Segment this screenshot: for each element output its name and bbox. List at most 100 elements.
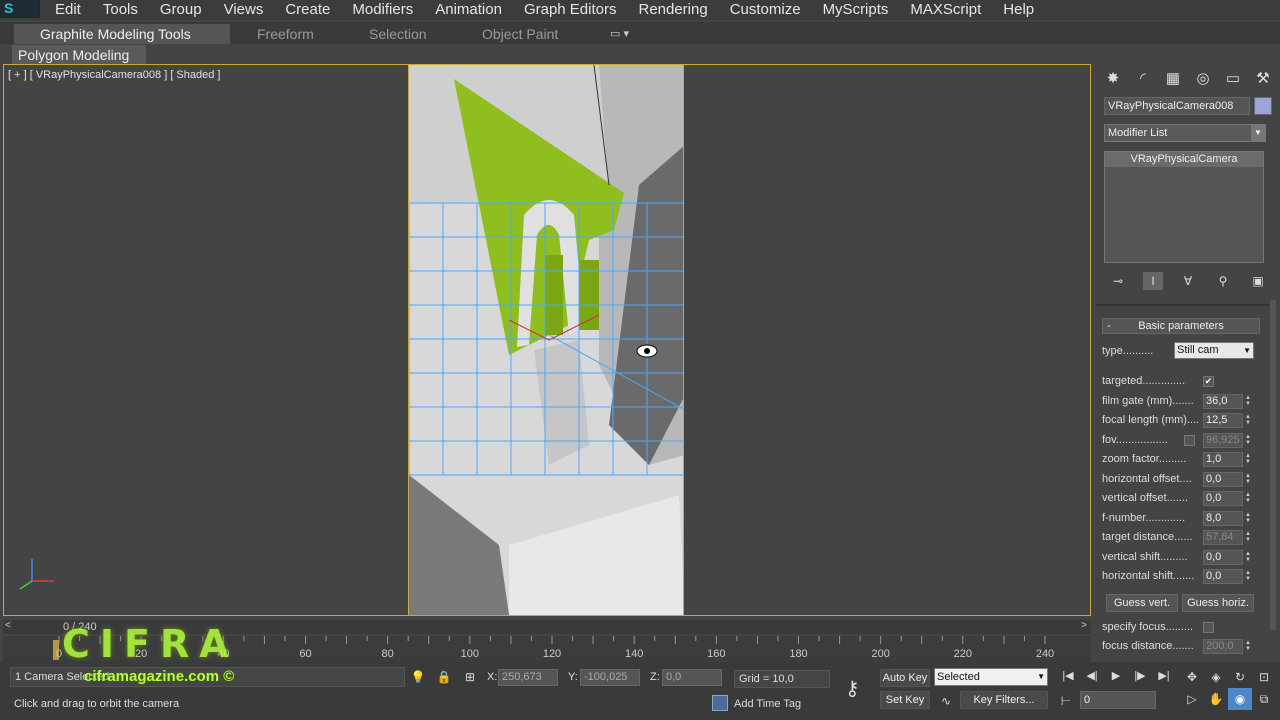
rollout-header[interactable]: - Basic parameters <box>1102 318 1260 334</box>
motion-icon[interactable]: ◎ <box>1192 68 1214 90</box>
tab-freeform[interactable]: Freeform <box>257 24 314 44</box>
object-color-swatch[interactable] <box>1254 97 1272 115</box>
make-unique-icon[interactable]: ∀ <box>1178 272 1198 290</box>
menu-create[interactable]: Create <box>274 0 341 20</box>
spinner-arrows-icon[interactable]: ▲ ▼ <box>1245 395 1253 408</box>
focus-distance-field[interactable]: 200,0 <box>1203 639 1243 654</box>
time-tag-icon[interactable] <box>712 695 728 711</box>
spinner-arrows-icon[interactable]: ▲ ▼ <box>1245 551 1253 564</box>
remove-modifier-icon[interactable]: ⚲ <box>1213 272 1233 290</box>
key-mode-toggle-icon[interactable]: ⊢ <box>1058 693 1074 709</box>
tab-object-paint[interactable]: Object Paint <box>482 24 558 44</box>
object-name-field[interactable]: VRayPhysicalCamera008 <box>1104 97 1250 115</box>
z-coordinate-field[interactable]: 0,0 <box>662 669 722 686</box>
menu-views[interactable]: Views <box>213 0 275 20</box>
add-time-tag-button[interactable]: Add Time Tag <box>734 695 801 713</box>
y-coordinate-field[interactable]: -100,025 <box>580 669 640 686</box>
pin-stack-icon[interactable]: ⊸ <box>1108 272 1128 290</box>
spinner-arrows-icon[interactable]: ▲ ▼ <box>1245 453 1253 466</box>
menu-rendering[interactable]: Rendering <box>627 0 718 20</box>
go-to-start-icon[interactable]: |◀ <box>1058 668 1078 684</box>
viewport-label[interactable]: [ + ] [ VRayPhysicalCamera008 ] [ Shaded… <box>8 69 220 81</box>
command-panel-scrollbar[interactable] <box>1270 300 1276 630</box>
min-max-toggle-icon[interactable]: ⧉ <box>1252 688 1276 710</box>
menu-graph-editors[interactable]: Graph Editors <box>513 0 628 20</box>
param-value-field[interactable]: 1,0 <box>1203 452 1243 467</box>
modifier-list-dropdown[interactable]: Modifier List ▼ <box>1104 124 1266 142</box>
stack-item-vrayphysicalcamera[interactable]: VRayPhysicalCamera <box>1105 152 1263 167</box>
param-value-field[interactable]: 0,0 <box>1203 491 1243 506</box>
previous-frame-icon[interactable]: ◀| <box>1082 668 1102 684</box>
go-to-end-icon[interactable]: ▶| <box>1154 668 1174 684</box>
create-icon[interactable]: ✸ <box>1102 68 1124 90</box>
camera-viewport[interactable]: [ + ] [ VRayPhysicalCamera008 ] [ Shaded… <box>3 64 1091 616</box>
param-value-field[interactable]: 0,0 <box>1203 471 1243 487</box>
tab-selection[interactable]: Selection <box>369 24 427 44</box>
dolly-camera-icon[interactable]: ✥ <box>1180 666 1204 688</box>
param-value-field[interactable]: 36,0 <box>1203 393 1243 409</box>
absolute-mode-icon[interactable]: ⊞ <box>462 669 478 685</box>
utilities-icon[interactable]: ⚒ <box>1252 68 1274 90</box>
spinner-arrows-icon[interactable]: ▲ ▼ <box>1245 531 1253 544</box>
auto-key-button[interactable]: Auto Key <box>880 669 930 687</box>
field-of-view-icon[interactable]: ▷ <box>1180 688 1204 710</box>
spinner-arrows-icon[interactable]: ▲ ▼ <box>1245 414 1253 427</box>
curve-icon[interactable]: ∿ <box>938 693 954 709</box>
camera-type-select[interactable]: Still cam ▼ <box>1174 342 1254 359</box>
key-icon[interactable]: ⚷ <box>845 676 860 701</box>
time-slider-next-icon[interactable]: > <box>1081 620 1087 631</box>
polygon-modeling-panel[interactable]: Polygon Modeling <box>12 45 146 64</box>
chevron-down-icon[interactable]: ▼ <box>1251 125 1265 141</box>
param-value-field[interactable]: 0,0 <box>1203 549 1243 565</box>
menu-group[interactable]: Group <box>149 0 213 20</box>
configure-modifier-sets-icon[interactable]: ▣ <box>1248 272 1268 290</box>
roll-camera-icon[interactable]: ↻ <box>1228 666 1252 688</box>
param-value-field[interactable]: 57,84 <box>1203 530 1243 545</box>
specify-focus-checkbox[interactable] <box>1203 622 1214 633</box>
modify-icon[interactable]: ◜ <box>1132 68 1154 90</box>
perspective-icon[interactable]: ◈ <box>1204 666 1228 688</box>
menu-customize[interactable]: Customize <box>719 0 812 20</box>
menu-help[interactable]: Help <box>992 0 1045 20</box>
current-frame-field[interactable]: 0 <box>1080 691 1156 709</box>
targeted-checkbox[interactable]: ✔ <box>1203 376 1214 387</box>
menu-maxscript[interactable]: MAXScript <box>899 0 992 20</box>
menu-animation[interactable]: Animation <box>424 0 513 20</box>
app-logo[interactable]: S <box>0 0 40 18</box>
guess-vert-button[interactable]: Guess vert. <box>1106 594 1178 612</box>
maximize-viewport-icon[interactable]: ⊡ <box>1252 666 1276 688</box>
menu-edit[interactable]: Edit <box>44 0 92 20</box>
menu-myscripts[interactable]: MyScripts <box>812 0 900 20</box>
modifier-stack[interactable]: VRayPhysicalCamera <box>1104 151 1264 263</box>
hierarchy-icon[interactable]: ▦ <box>1162 68 1184 90</box>
display-icon[interactable]: ▭ <box>1222 68 1244 90</box>
set-key-button[interactable]: Set Key <box>880 691 930 709</box>
menu-modifiers[interactable]: Modifiers <box>341 0 424 20</box>
lock-selection-icon[interactable]: 🔒 <box>436 669 452 685</box>
param-value-field[interactable]: 96,925 <box>1203 432 1243 448</box>
guess-horiz-button[interactable]: Guess horiz. <box>1182 594 1254 612</box>
param-value-field[interactable]: 0,0 <box>1203 569 1243 584</box>
param-value-field[interactable]: 8,0 <box>1203 510 1243 526</box>
menu-tools[interactable]: Tools <box>92 0 149 20</box>
key-mode-select[interactable]: Selected ▼ <box>934 668 1048 686</box>
spinner-arrows-icon[interactable]: ▲ ▼ <box>1245 473 1253 486</box>
isolate-selection-icon[interactable]: 💡 <box>410 669 426 685</box>
ribbon-options-dropdown[interactable]: ▭ ▾ <box>610 24 629 44</box>
orbit-camera-icon[interactable]: ◉ <box>1228 688 1252 710</box>
time-slider-prev-icon[interactable]: < <box>5 620 11 631</box>
param-value-field[interactable]: 12,5 <box>1203 413 1243 428</box>
collapse-icon[interactable]: - <box>1107 319 1111 333</box>
truck-camera-icon[interactable]: ✋ <box>1204 688 1228 710</box>
show-end-result-icon[interactable]: I <box>1143 272 1163 290</box>
tab-graphite-modeling-tools[interactable]: Graphite Modeling Tools <box>14 24 230 44</box>
next-frame-icon[interactable]: |▶ <box>1130 668 1150 684</box>
spinner-arrows-icon[interactable]: ▲ ▼ <box>1245 570 1253 583</box>
key-filters-button[interactable]: Key Filters... <box>960 691 1048 709</box>
x-coordinate-field[interactable]: 250,673 <box>498 669 558 686</box>
spinner-arrows-icon[interactable]: ▲ ▼ <box>1245 640 1253 653</box>
spinner-arrows-icon[interactable]: ▲ ▼ <box>1245 492 1253 505</box>
spinner-arrows-icon[interactable]: ▲ ▼ <box>1245 512 1253 525</box>
spinner-arrows-icon[interactable]: ▲ ▼ <box>1245 434 1253 447</box>
safe-frame-render-region[interactable] <box>408 65 684 615</box>
